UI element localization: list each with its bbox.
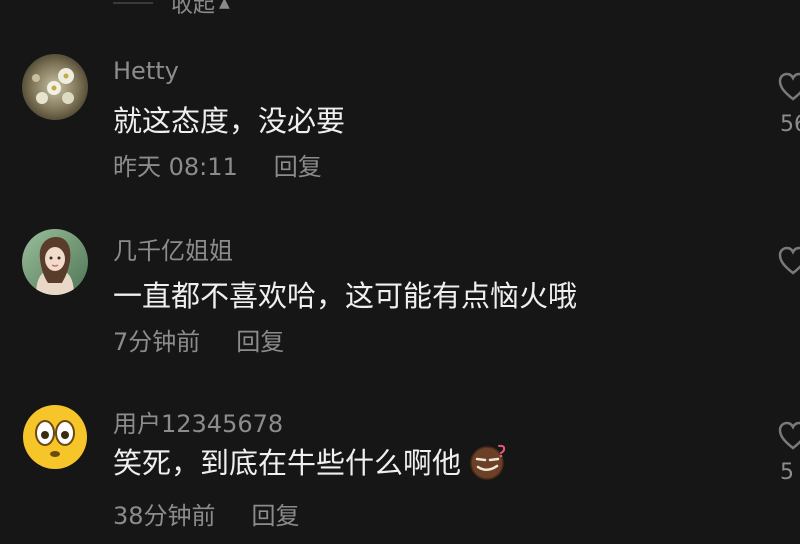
caret-up-icon[interactable]: ▲ [219,0,230,11]
heart-outline-icon[interactable] [778,246,800,276]
collapse-replies-row[interactable]: 收起 ▲ [113,0,230,18]
avatar[interactable] [22,229,88,295]
comment-time: 昨天 08:11 [113,153,238,181]
comment-text: 一直都不喜欢哈，这可能有点恼火哦 [113,279,578,313]
comment-username[interactable]: 几千亿姐姐 [113,231,233,266]
divider-line [113,2,153,4]
comment-text: 笑死，到底在牛些什么啊他 [113,440,509,482]
collapse-label[interactable]: 收起 [171,0,215,19]
comment-text: 就这态度，没必要 [113,104,346,138]
reply-button[interactable]: 回复 [236,322,284,357]
avatar[interactable] [22,54,88,120]
avatar[interactable] [22,404,88,470]
heart-outline-icon[interactable] [778,72,800,102]
comment-username[interactable]: 用户12345678 [113,404,283,439]
heart-outline-icon[interactable] [778,421,800,451]
comment-username[interactable]: Hetty [113,57,179,85]
smirk-emoji-icon [470,444,506,480]
comment-meta: 38分钟前 回复 [113,496,300,531]
reply-button[interactable]: 回复 [274,147,322,182]
reply-button[interactable]: 回复 [252,496,300,531]
comment-time: 7分钟前 [113,328,201,356]
like-count: 5 [780,460,794,485]
comment-meta: 昨天 08:11 回复 [113,147,322,182]
comment-time: 38分钟前 [113,502,216,530]
like-count: 56 [780,112,800,137]
comment-text-body: 笑死，到底在牛些什么啊他 [113,446,462,480]
comment-meta: 7分钟前 回复 [113,322,284,357]
